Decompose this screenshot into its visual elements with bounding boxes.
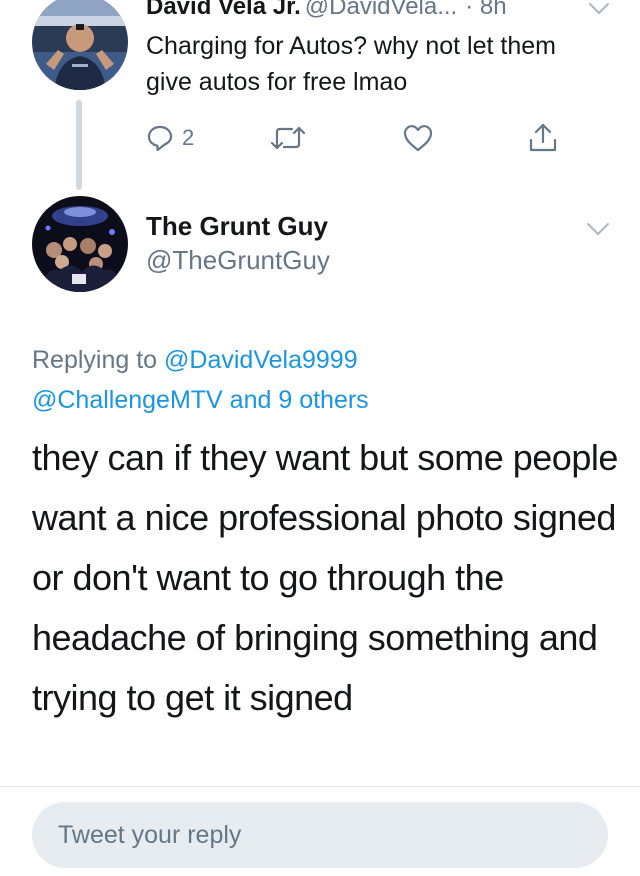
replying-to-label: Replying to [32, 346, 158, 374]
chevron-down-icon[interactable] [586, 222, 610, 238]
main-author-name[interactable]: The Grunt Guy [146, 210, 328, 242]
reply-icon [147, 125, 173, 152]
reply-count: 2 [182, 125, 195, 150]
reply-button[interactable]: 2 [146, 118, 194, 158]
main-tweet-avatar[interactable] [32, 196, 128, 292]
reply-input[interactable] [58, 820, 578, 850]
parent-tweet-header: David Vela Jr. @DavidVela... · 8h [146, 0, 626, 22]
retweet-icon [270, 126, 306, 150]
user-avatar-image [32, 0, 128, 90]
parent-tweet-text: Charging for Autos? why not let them giv… [146, 32, 556, 96]
share-button[interactable] [528, 118, 558, 158]
user-avatar-image [32, 196, 128, 292]
parent-tweet-time: · 8h [465, 0, 507, 20]
reply-composer[interactable] [32, 802, 608, 868]
retweet-button[interactable] [270, 118, 306, 158]
main-author-handle[interactable]: @TheGruntGuy [146, 244, 330, 276]
mention-link-others[interactable]: @ChallengeMTV and 9 others [32, 386, 369, 414]
parent-tweet-avatar[interactable] [32, 0, 128, 90]
parent-author-handle[interactable]: @DavidVela... [305, 0, 457, 20]
heart-icon [403, 125, 433, 152]
main-tweet-text: they can if they want but some people wa… [32, 437, 618, 718]
replying-to-line: Replying to @DavidVela9999 @ChallengeMTV… [32, 340, 622, 420]
like-button[interactable] [402, 118, 434, 158]
chevron-down-icon[interactable] [588, 2, 610, 16]
parent-tweet-actions: 2 [0, 118, 640, 158]
divider [0, 786, 640, 787]
mention-link[interactable]: @DavidVela9999 [164, 346, 358, 374]
share-icon [529, 123, 557, 152]
parent-author-name[interactable]: David Vela Jr. [146, 0, 301, 20]
